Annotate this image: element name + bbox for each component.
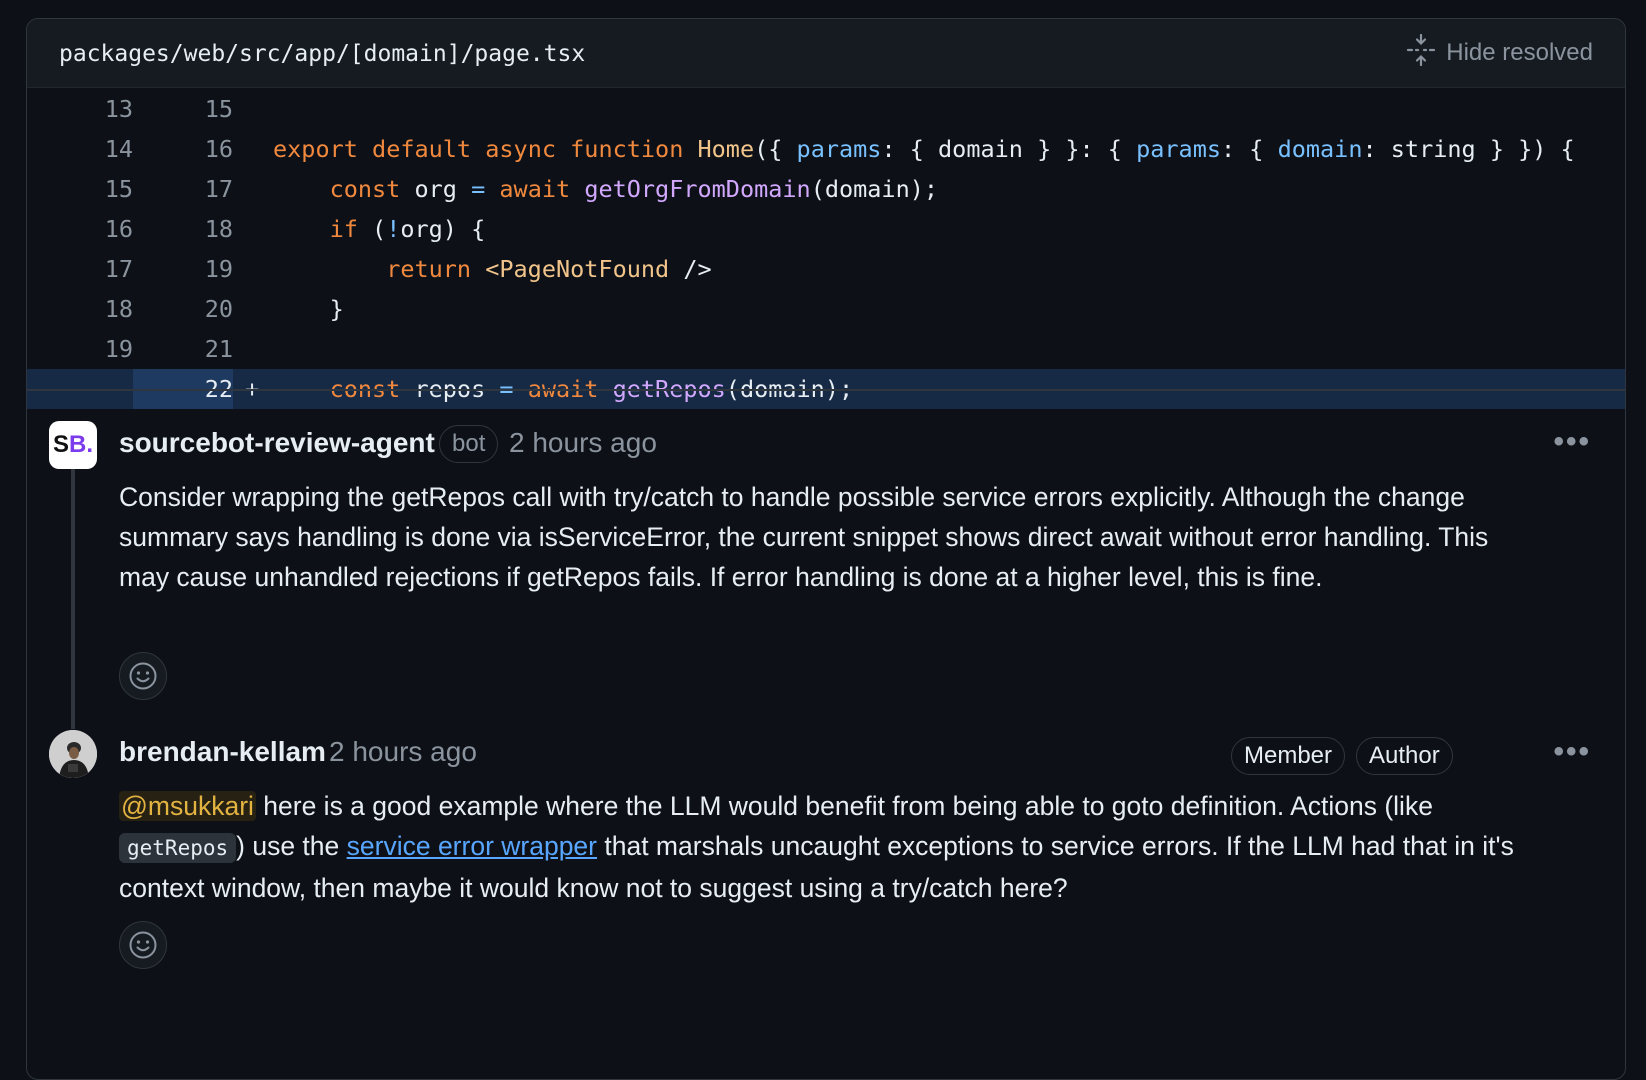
new-line-number[interactable]: 16 — [137, 129, 233, 169]
new-line-number[interactable]: 20 — [137, 289, 233, 329]
comment-text: ) use the — [236, 831, 347, 861]
diff-card: packages/web/src/app/[domain]/page.tsx H… — [26, 18, 1626, 1080]
code-text: export default async function Home({ par… — [273, 135, 1575, 163]
avatar[interactable] — [49, 730, 97, 778]
comment-author[interactable]: brendan-kellam — [119, 736, 326, 768]
code-text: } — [329, 295, 344, 323]
add-reaction-button[interactable] — [119, 652, 167, 700]
thread-line — [71, 467, 75, 729]
hide-resolved-button[interactable]: Hide resolved — [1406, 33, 1593, 69]
author-badge: Author — [1356, 737, 1453, 775]
hide-resolved-label: Hide resolved — [1446, 39, 1593, 66]
smiley-icon — [129, 931, 157, 959]
diff-line: 14 16 export default async function Home… — [27, 129, 1625, 169]
code-text: return <PageNotFound /> — [386, 255, 712, 283]
avatar-label: SB. — [52, 431, 94, 458]
comment-body: Consider wrapping the getRepos call with… — [119, 482, 1489, 592]
comment-author[interactable]: sourcebot-review-agent — [119, 427, 435, 459]
user-mention[interactable]: @msukkari — [119, 791, 256, 821]
old-line-number[interactable]: 18 — [47, 289, 133, 329]
diff-line: 16 18 if (!org) { — [27, 209, 1625, 249]
comment-text: here is a good example where the LLM wou… — [255, 791, 1433, 821]
divider — [27, 389, 1625, 391]
old-line-number[interactable]: 14 — [47, 129, 133, 169]
new-line-number[interactable]: 17 — [137, 169, 233, 209]
new-line-number[interactable]: 18 — [137, 209, 233, 249]
code-text: if (!org) { — [329, 215, 486, 243]
old-line-number[interactable]: 17 — [47, 249, 133, 289]
inline-code: getRepos — [119, 833, 237, 863]
kebab-horizontal-icon[interactable]: ••• — [1553, 425, 1591, 459]
new-line-number[interactable]: 21 — [137, 329, 233, 369]
code-text: const org = await getOrgFromDomain(domai… — [329, 175, 939, 203]
add-reaction-button[interactable] — [119, 921, 167, 969]
old-line-number[interactable]: 19 — [47, 329, 133, 369]
service-error-wrapper-link[interactable]: service error wrapper — [347, 831, 597, 861]
new-line-number[interactable]: 15 — [137, 89, 233, 129]
diff-code: 13 15 14 16 export default async functio… — [27, 87, 1625, 409]
old-line-number[interactable]: 13 — [47, 89, 133, 129]
avatar[interactable]: SB. — [49, 421, 97, 469]
bot-badge: bot — [439, 425, 499, 463]
new-line-number[interactable]: 19 — [137, 249, 233, 289]
file-path[interactable]: packages/web/src/app/[domain]/page.tsx — [59, 41, 585, 67]
kebab-horizontal-icon[interactable]: ••• — [1553, 735, 1591, 769]
comment-body: @msukkari here is a good example where t… — [119, 786, 1519, 908]
comment-time[interactable]: 2 hours ago — [509, 427, 657, 459]
diff-line: 18 20 } — [27, 289, 1625, 329]
old-line-number[interactable]: 16 — [47, 209, 133, 249]
diff-line: 15 17 const org = await getOrgFromDomain… — [27, 169, 1625, 209]
file-header: packages/web/src/app/[domain]/page.tsx H… — [27, 19, 1625, 88]
fold-icon — [1406, 33, 1436, 74]
diff-line: 19 21 — [27, 329, 1625, 369]
member-badge: Member — [1231, 737, 1346, 775]
smiley-icon — [129, 662, 157, 690]
diff-line: 17 19 return <PageNotFound /> — [27, 249, 1625, 289]
diff-line: 13 15 — [27, 89, 1625, 129]
old-line-number[interactable]: 15 — [47, 169, 133, 209]
comment-time[interactable]: 2 hours ago — [329, 736, 477, 768]
